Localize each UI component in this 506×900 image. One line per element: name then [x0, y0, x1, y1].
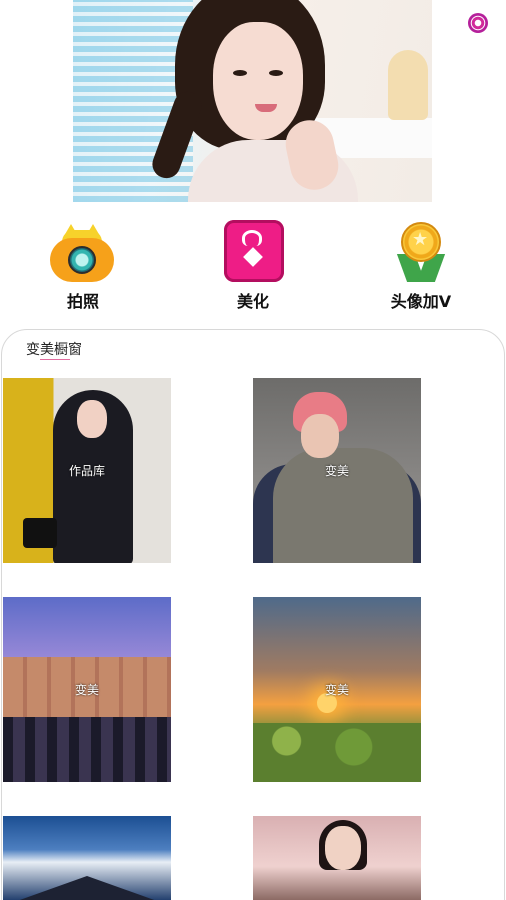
photo-bag — [23, 518, 57, 548]
showcase-tile[interactable]: 作品库 — [3, 378, 171, 563]
model-face — [213, 22, 303, 140]
feature-label: 拍照 — [66, 292, 99, 311]
gift-heart-icon — [220, 220, 286, 282]
top-banner[interactable] — [73, 0, 432, 202]
photo-shrubs — [253, 723, 421, 782]
showcase-tile[interactable] — [3, 816, 171, 900]
feature-beautify[interactable]: 美化 — [198, 220, 308, 312]
feature-label: 头像加V — [390, 292, 452, 311]
showcase-tile[interactable]: 变美 — [253, 597, 421, 782]
tile-caption: 作品库 — [68, 464, 105, 478]
photo-face — [77, 400, 107, 438]
showcase-title: 变美橱窗 — [26, 342, 82, 358]
showcase-tile[interactable]: 变美 — [253, 378, 421, 563]
feature-avatar-verify[interactable]: ★ 头像加V — [366, 220, 476, 312]
model-eye — [269, 70, 283, 76]
showcase-tile[interactable] — [253, 816, 421, 900]
model-eye — [233, 70, 247, 76]
tile-caption: 变美 — [324, 464, 349, 478]
title-underline — [40, 359, 70, 360]
showcase-tile[interactable]: 变美 — [3, 597, 171, 782]
photo-mountain — [3, 876, 171, 900]
flower-badge-icon[interactable] — [468, 13, 488, 33]
feature-label: 美化 — [236, 292, 269, 311]
medal-icon: ★ — [388, 220, 454, 282]
photo-face — [301, 414, 339, 458]
photo-face — [325, 826, 361, 870]
tile-caption: 变美 — [324, 683, 349, 697]
tile-caption: 变美 — [74, 683, 99, 697]
cake-decoration — [388, 50, 428, 120]
camera-icon — [50, 220, 116, 282]
photo-boats — [3, 717, 171, 782]
feature-camera[interactable]: 拍照 — [28, 220, 138, 312]
